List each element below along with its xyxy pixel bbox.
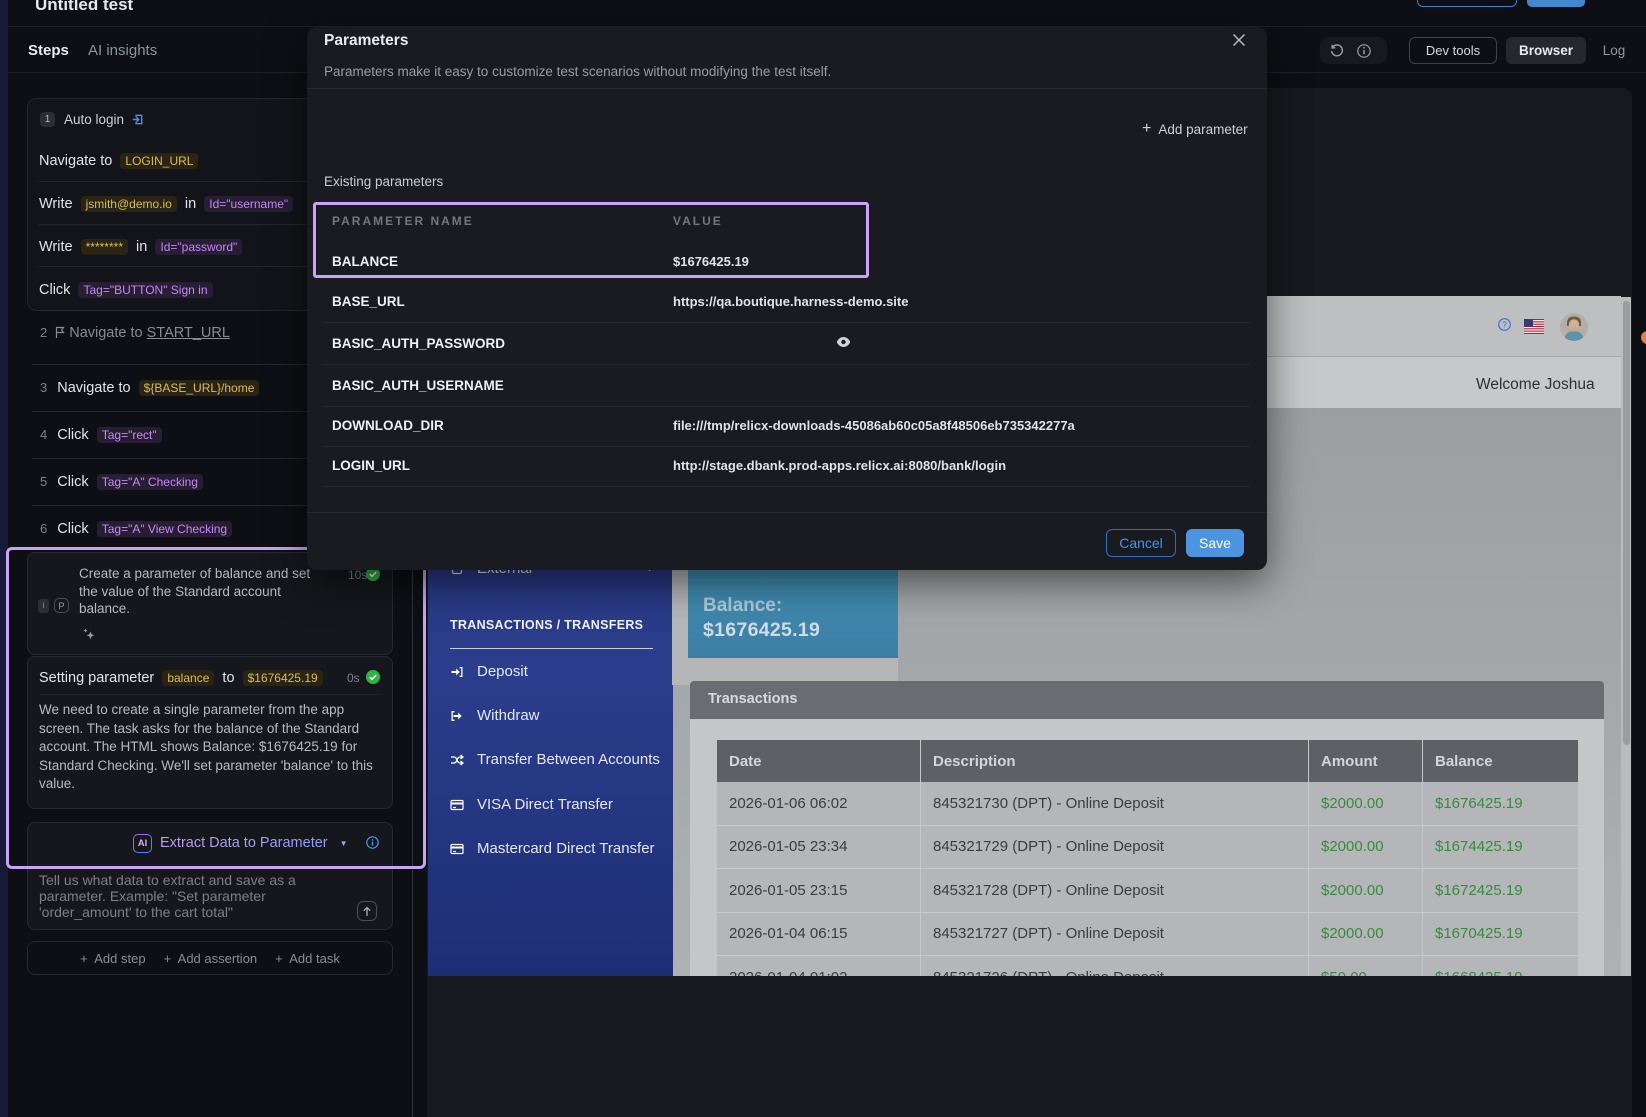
svg-text:?: ?	[1502, 319, 1507, 329]
